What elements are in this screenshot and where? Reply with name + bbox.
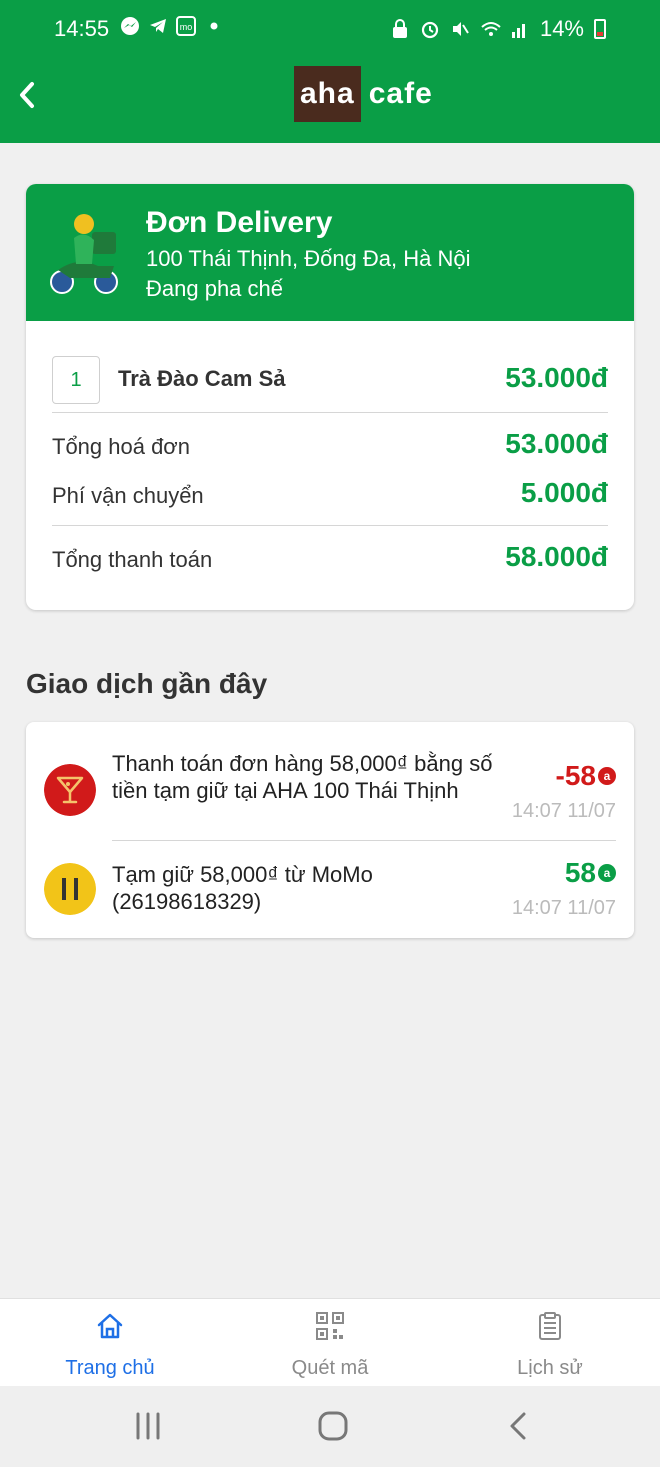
- system-status-icons: 14%: [390, 16, 606, 42]
- subtotal-row: Tổng hoá đơn 53.000đ: [52, 428, 608, 468]
- messenger-icon: [120, 16, 140, 36]
- recent-apps-icon: [136, 1412, 160, 1440]
- transaction-description: Thanh toán đơn hàng 58,000₫ bằng số tiền…: [112, 751, 493, 803]
- status-time: 14:55: [54, 16, 110, 41]
- home-system-button[interactable]: [312, 1408, 352, 1444]
- divider: [52, 412, 608, 413]
- total-value: 58.000đ: [505, 541, 608, 572]
- back-button[interactable]: [14, 78, 42, 112]
- shipping-label: Phí vận chuyển: [52, 483, 204, 508]
- back-arrow-icon: [510, 1412, 526, 1440]
- recent-apps-button[interactable]: [128, 1408, 168, 1444]
- telegram-icon: [148, 16, 168, 36]
- item-quantity: 1: [52, 356, 100, 404]
- coin-icon: a: [598, 767, 616, 785]
- total-label: Tổng thanh toán: [52, 547, 213, 572]
- app-header: 14:55 mo 14% aha cafe: [0, 0, 660, 143]
- home-icon: [97, 1313, 123, 1339]
- pause-icon: [44, 863, 96, 915]
- nav-scan[interactable]: Quét mã: [220, 1299, 440, 1387]
- order-address: 100 Thái Thịnh, Đống Đa, Hà Nội: [146, 246, 471, 271]
- chevron-left-icon: [20, 82, 34, 108]
- cocktail-icon: [44, 764, 96, 816]
- amount-value: 58: [564, 857, 596, 888]
- nav-history-label: Lịch sử: [517, 1357, 583, 1379]
- wifi-icon: [480, 19, 501, 39]
- back-system-button[interactable]: [500, 1408, 540, 1444]
- order-card[interactable]: Đơn Delivery 100 Thái Thịnh, Đống Đa, Hà…: [26, 184, 634, 610]
- nav-home[interactable]: Trang chủ: [0, 1299, 220, 1387]
- transaction-time: 14:07 11/07: [511, 897, 616, 919]
- bottom-nav: Trang chủ Quét mã Lịch sử: [0, 1298, 660, 1386]
- momo-icon: mo: [176, 16, 196, 36]
- nav-history[interactable]: Lịch sử: [440, 1299, 660, 1387]
- home-circle-icon: [318, 1411, 348, 1441]
- notification-icons: mo: [120, 16, 224, 36]
- divider: [52, 525, 608, 526]
- clipboard-icon: [539, 1312, 561, 1340]
- svg-text:mo: mo: [180, 22, 193, 32]
- delivery-rider-icon: [50, 214, 118, 294]
- dot-icon: [204, 16, 224, 36]
- nav-scan-label: Quét mã: [291, 1357, 369, 1379]
- logo-aha: aha: [294, 66, 361, 122]
- nav-home-label: Trang chủ: [65, 1357, 155, 1379]
- transaction-amount: -58 a: [556, 760, 616, 792]
- total-row: Tổng thanh toán 58.000đ: [52, 541, 608, 581]
- transaction-time: 14:07 11/07: [511, 800, 616, 822]
- order-status: Đang pha chế: [146, 276, 283, 301]
- transaction-amount: 58 a: [565, 857, 616, 889]
- amount-value: -58: [555, 760, 596, 791]
- shipping-value: 5.000đ: [520, 477, 608, 508]
- item-price: 53.000đ: [505, 362, 608, 393]
- system-nav-bar: [0, 1386, 660, 1467]
- logo-cafe: cafe: [368, 77, 433, 110]
- mute-icon: [450, 19, 470, 39]
- alarm-icon: [420, 19, 440, 39]
- qr-code-icon: [316, 1312, 344, 1340]
- recent-transactions-title: Giao dịch gần đây: [26, 668, 268, 699]
- transaction-description: Tạm giữ 58,000₫ từ MoMo (26198618329): [112, 862, 373, 914]
- order-title: Đơn Delivery: [146, 206, 333, 239]
- shipping-row: Phí vận chuyển 5.000đ: [52, 477, 608, 517]
- signal-icon: [510, 19, 530, 39]
- battery-icon: [594, 19, 606, 39]
- status-bar: 14:55 mo 14%: [0, 14, 660, 44]
- subtotal-value: 53.000đ: [505, 428, 608, 459]
- transactions-card: Thanh toán đơn hàng 58,000₫ bằng số tiền…: [26, 722, 634, 938]
- lock-icon: [390, 19, 410, 39]
- divider: [112, 840, 616, 841]
- app-logo: aha cafe: [294, 66, 433, 122]
- subtotal-label: Tổng hoá đơn: [52, 434, 190, 459]
- item-name: Trà Đào Cam Sả: [118, 366, 286, 391]
- battery-percent: 14%: [539, 16, 584, 41]
- order-header: Đơn Delivery 100 Thái Thịnh, Đống Đa, Hà…: [26, 184, 634, 321]
- order-item-row: 1 Trà Đào Cam Sả 53.000đ: [52, 356, 608, 404]
- coin-icon: a: [598, 864, 616, 882]
